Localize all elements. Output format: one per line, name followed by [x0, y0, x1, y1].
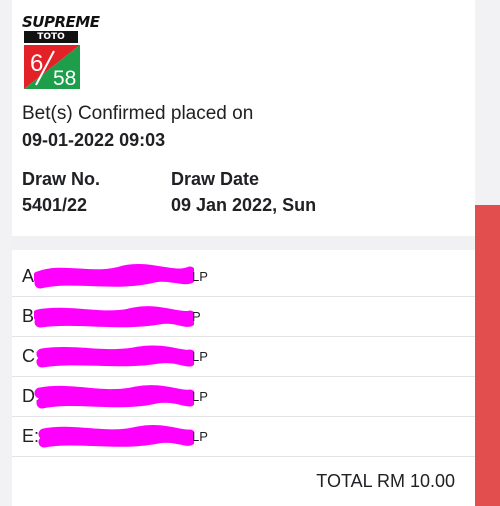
supreme-toto-logo: SUPREME TOTO 6 58: [22, 14, 100, 90]
redaction-scribble: [34, 306, 194, 328]
receipt-header: SUPREME TOTO 6 58 Bet(s) Confirmed place…: [12, 0, 475, 236]
bet-row-d: D: LP: [12, 376, 475, 417]
bet-suffix: P: [192, 309, 201, 324]
logo-6-58-icon: 6 58: [24, 45, 80, 89]
bet-suffix: LP: [192, 429, 208, 444]
logo-num-b: 58: [53, 67, 76, 89]
logo-bar: TOTO: [24, 31, 78, 43]
bet-suffix: LP: [192, 349, 208, 364]
logo-num-a: 6: [30, 50, 43, 77]
draw-date-value: 09 Jan 2022, Sun: [171, 195, 317, 215]
redaction-scribble: [36, 345, 194, 368]
section-divider: [12, 236, 475, 250]
draw-no-value: 5401/22: [22, 195, 88, 215]
confirmed-label: Bet(s) Confirmed placed on: [22, 103, 254, 124]
bet-row-e: E: LP: [12, 416, 475, 457]
confirmed-datetime: 09-01-2022 09:03: [22, 130, 166, 150]
total-amount: TOTAL RM 10.00: [316, 471, 455, 491]
background-left: [0, 0, 12, 506]
logo-word: SUPREME: [22, 13, 100, 31]
bet-row-b: B: P: [12, 296, 475, 337]
draw-date-label: Draw Date: [171, 169, 260, 189]
bet-row-c: C: LP: [12, 336, 475, 377]
bet-suffix: LP: [192, 269, 208, 284]
bet-receipt-card: SUPREME TOTO 6 58 Bet(s) Confirmed place…: [12, 0, 475, 506]
redaction-scribble: [38, 425, 194, 448]
redaction-scribble: [34, 385, 194, 409]
redaction-scribble: [34, 264, 194, 289]
bet-row-a: A: LP: [12, 256, 475, 297]
bet-suffix: LP: [192, 389, 208, 404]
draw-no-label: Draw No.: [22, 169, 101, 189]
background-accent: [475, 205, 500, 506]
